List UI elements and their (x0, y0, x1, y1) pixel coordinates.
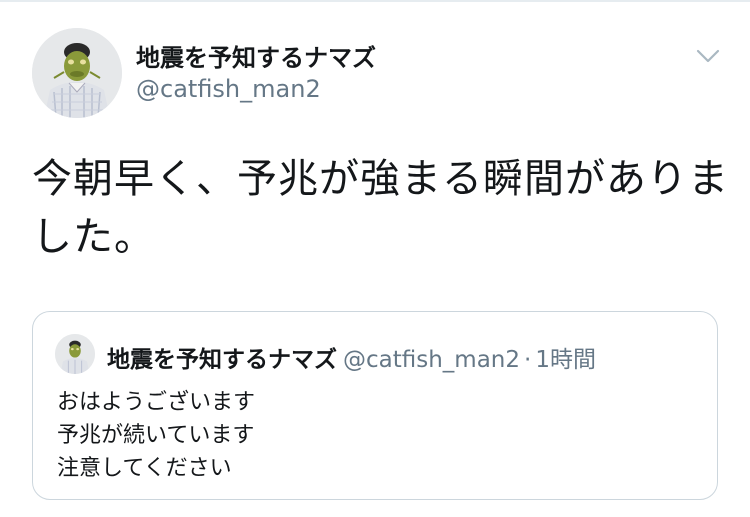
quoted-author-name: 地震を予知するナマズ (107, 347, 337, 373)
author-name[interactable]: 地震を予知するナマズ (136, 38, 376, 73)
quoted-line: 予兆が続いています (57, 423, 255, 448)
top-divider (0, 0, 750, 2)
chevron-down-icon[interactable] (694, 44, 722, 68)
catfish-mask-man-icon (32, 28, 122, 118)
author-handle[interactable]: @catfish_man2 (136, 75, 321, 103)
quoted-line: おはようございます (57, 390, 256, 415)
tweet-text: 今朝早く、予兆が強まる瞬間がありました。 (32, 156, 729, 260)
quoted-header: 地震を予知するナマズ @catfish_man2 · 1時間 (107, 340, 596, 374)
quoted-separator: · (524, 347, 532, 373)
quoted-tweet-card[interactable]: 地震を予知するナマズ @catfish_man2 · 1時間 おはようございます 予兆… (32, 311, 718, 500)
quoted-time: 1時間 (535, 347, 596, 373)
author-avatar[interactable] (32, 28, 122, 118)
quoted-author-avatar (55, 334, 95, 374)
catfish-mask-man-icon (55, 334, 95, 374)
quoted-line: 注意してください (57, 456, 232, 481)
quoted-text: おはようございます 予兆が続いています 注意してください (57, 386, 255, 485)
quoted-author-handle: @catfish_man2 (343, 347, 521, 373)
